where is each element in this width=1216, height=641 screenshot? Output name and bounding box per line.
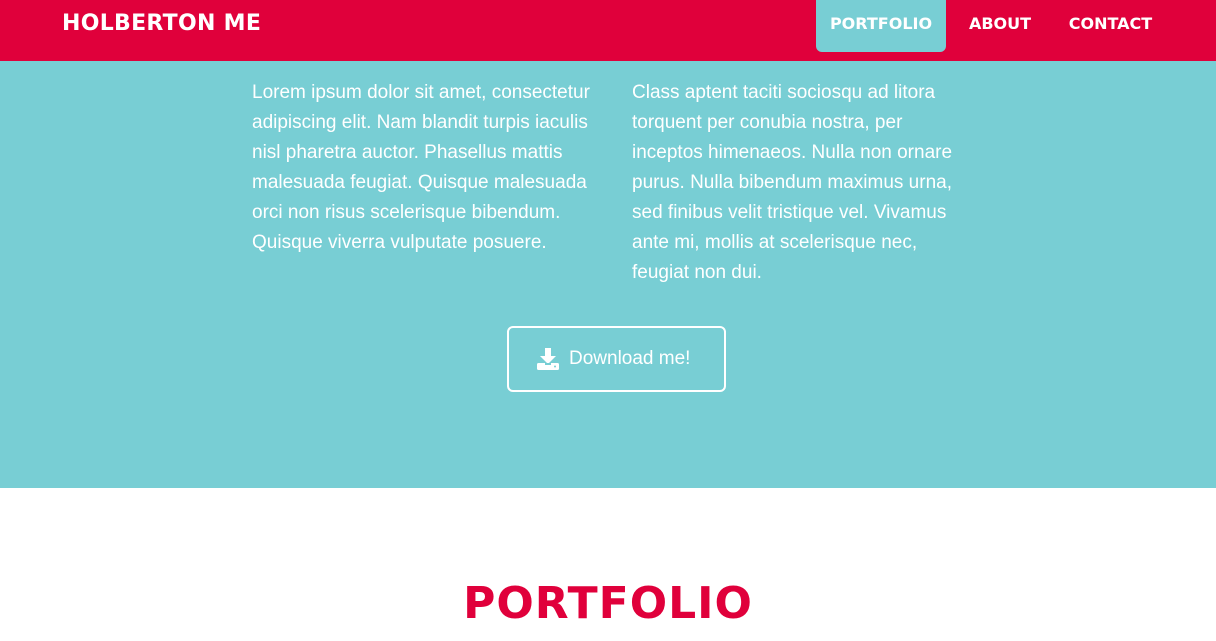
download-button-label: Download me! xyxy=(569,348,691,369)
download-icon xyxy=(537,348,559,370)
hero-right-paragraph: Class aptent taciti sociosqu ad litora t… xyxy=(632,82,953,283)
hero-section: Lorem ipsum dolor sit amet, consectetur … xyxy=(0,61,1216,488)
hero-left-paragraph: Lorem ipsum dolor sit amet, consectetur … xyxy=(252,82,590,253)
top-navbar: HOLBERTON ME PORTFOLIO ABOUT CONTACT xyxy=(0,0,1216,61)
brand-logo[interactable]: HOLBERTON ME xyxy=(62,10,261,38)
nav-item-contact[interactable]: CONTACT xyxy=(1058,0,1163,52)
download-button[interactable]: Download me! xyxy=(507,326,726,392)
nav-item-about[interactable]: ABOUT xyxy=(955,0,1045,52)
portfolio-heading: PORTFOLIO xyxy=(463,578,753,629)
nav-item-portfolio[interactable]: PORTFOLIO xyxy=(816,0,946,52)
